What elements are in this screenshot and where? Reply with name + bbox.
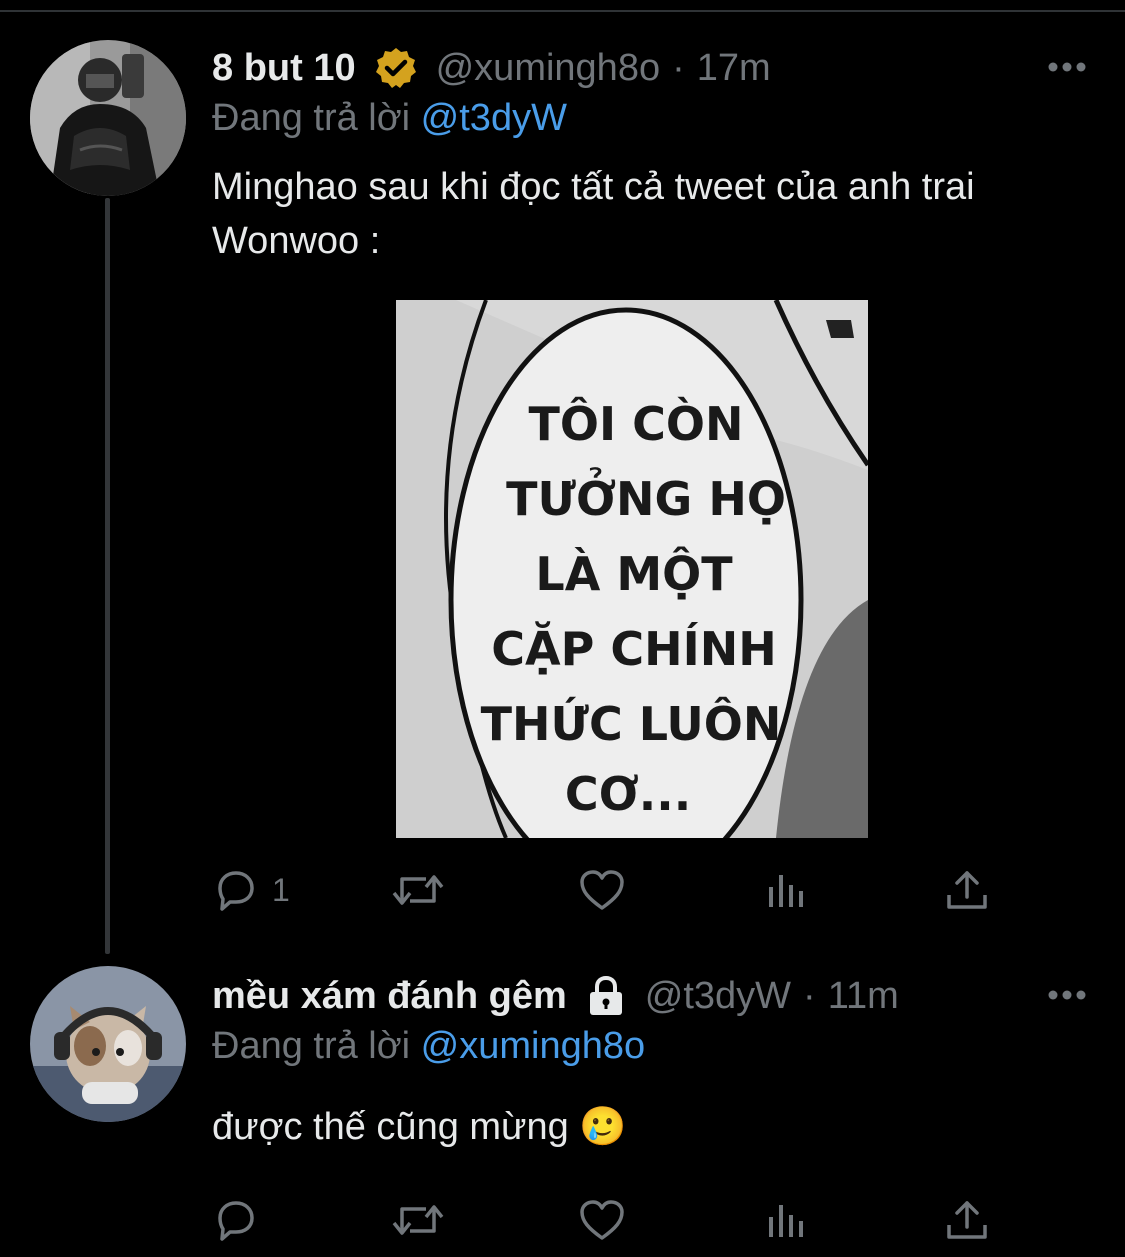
retweet-icon: [390, 867, 446, 913]
more-options-icon[interactable]: [1047, 60, 1087, 72]
share-icon: [944, 867, 990, 913]
tweet-text: Minghao sau khi đọc tất cả tweet của anh…: [212, 166, 975, 262]
tweet-image[interactable]: TÔI CÒN TƯỞNG HỌ LÀ MỘT CẶP CHÍNH THỨC L…: [396, 300, 868, 838]
tweet-text-content: được thế cũng mừng: [212, 1106, 569, 1148]
smiling-tear-emoji-icon: 🥲: [579, 1106, 627, 1148]
more-options-icon[interactable]: [1047, 988, 1087, 1000]
analytics-button[interactable]: [766, 1192, 806, 1248]
lock-icon: [585, 975, 627, 1017]
analytics-button[interactable]: [766, 862, 806, 918]
bubble-line-6: CƠ...: [565, 767, 691, 821]
reply-button[interactable]: [212, 1192, 272, 1248]
share-button[interactable]: [944, 1192, 990, 1248]
like-button[interactable]: [578, 1192, 626, 1248]
tweet-actions: 1: [212, 862, 1012, 918]
analytics-icon: [766, 867, 806, 913]
top-divider: [0, 0, 1125, 12]
replying-to-label: Đang trả lời: [212, 97, 411, 139]
reply-button[interactable]: 1: [212, 862, 290, 918]
avatar[interactable]: [30, 40, 186, 196]
display-name[interactable]: mều xám đánh gêm: [212, 972, 567, 1020]
bubble-line-1: TÔI CÒN: [529, 397, 744, 451]
verified-badge-icon: [374, 46, 418, 90]
reply-target-link[interactable]: @xumingh8o: [421, 1025, 645, 1067]
heart-icon: [578, 867, 626, 913]
tweet-actions: [212, 1192, 1012, 1248]
user-handle[interactable]: @xumingh8o: [436, 44, 660, 92]
replying-to: Đang trả lời @t3dyW: [212, 94, 567, 142]
analytics-icon: [766, 1197, 806, 1243]
bubble-line-2: TƯỞNG HỌ: [506, 467, 786, 526]
display-name[interactable]: 8 but 10: [212, 44, 356, 92]
share-button[interactable]: [944, 862, 990, 918]
separator-dot: ·: [672, 47, 685, 89]
heart-icon: [578, 1197, 626, 1243]
bubble-line-4: CẶP CHÍNH: [491, 622, 776, 676]
retweet-icon: [390, 1197, 446, 1243]
timestamp[interactable]: 11m: [828, 972, 899, 1020]
bubble-line-5: THỨC LUÔN: [481, 697, 782, 751]
timestamp[interactable]: 17m: [697, 44, 771, 92]
reply-icon: [212, 867, 258, 913]
like-button[interactable]: [578, 862, 626, 918]
reply-icon: [212, 1197, 258, 1243]
thread-connector-line: [105, 198, 110, 954]
separator-dot: ·: [803, 975, 816, 1017]
replying-to-label: Đang trả lời: [212, 1025, 411, 1067]
user-handle[interactable]: @t3dyW: [645, 972, 791, 1020]
share-icon: [944, 1197, 990, 1243]
retweet-button[interactable]: [390, 1192, 446, 1248]
reply-target-link[interactable]: @t3dyW: [421, 97, 567, 139]
reply-count: 1: [272, 871, 290, 908]
avatar[interactable]: [30, 966, 186, 1122]
bubble-line-3: LÀ MỘT: [535, 547, 733, 601]
replying-to: Đang trả lời @xumingh8o: [212, 1022, 645, 1070]
retweet-button[interactable]: [390, 862, 446, 918]
tweet-text: được thế cũng mừng 🥲: [212, 1100, 1092, 1154]
